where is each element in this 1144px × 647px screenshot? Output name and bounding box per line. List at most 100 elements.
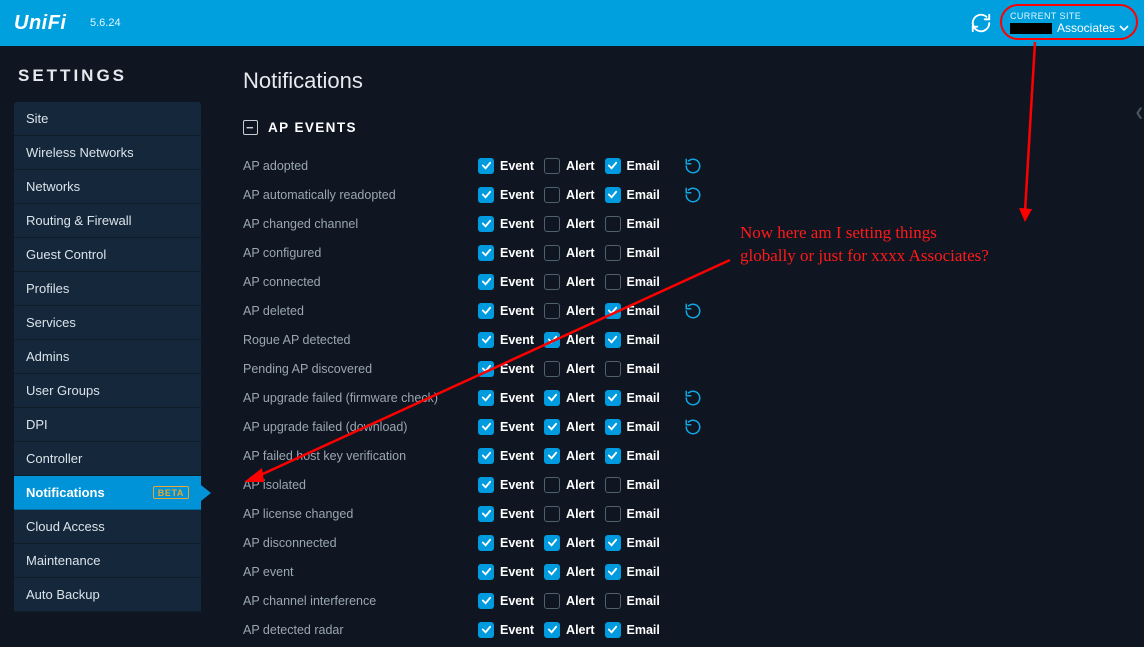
email-checkbox[interactable]: Email — [605, 274, 660, 290]
email-checkbox[interactable]: Email — [605, 158, 660, 174]
checkbox-unchecked-icon[interactable] — [605, 593, 621, 609]
sidebar-item[interactable]: Guest Control — [14, 238, 201, 272]
reset-icon[interactable] — [684, 418, 702, 436]
checkbox-unchecked-icon[interactable] — [605, 274, 621, 290]
alert-checkbox[interactable]: Alert — [544, 622, 594, 638]
alert-checkbox[interactable]: Alert — [544, 187, 594, 203]
checkbox-checked-icon[interactable] — [544, 448, 560, 464]
event-checkbox[interactable]: Event — [478, 390, 534, 406]
alert-checkbox[interactable]: Alert — [544, 564, 594, 580]
email-checkbox[interactable]: Email — [605, 187, 660, 203]
checkbox-unchecked-icon[interactable] — [544, 187, 560, 203]
email-checkbox[interactable]: Email — [605, 506, 660, 522]
checkbox-checked-icon[interactable] — [478, 448, 494, 464]
checkbox-unchecked-icon[interactable] — [544, 506, 560, 522]
checkbox-unchecked-icon[interactable] — [544, 274, 560, 290]
email-checkbox[interactable]: Email — [605, 361, 660, 377]
alert-checkbox[interactable]: Alert — [544, 535, 594, 551]
email-checkbox[interactable]: Email — [605, 332, 660, 348]
event-checkbox[interactable]: Event — [478, 419, 534, 435]
event-checkbox[interactable]: Event — [478, 158, 534, 174]
sidebar-item[interactable]: Auto Backup — [14, 578, 201, 612]
alert-checkbox[interactable]: Alert — [544, 419, 594, 435]
checkbox-unchecked-icon[interactable] — [605, 216, 621, 232]
checkbox-unchecked-icon[interactable] — [544, 245, 560, 261]
checkbox-checked-icon[interactable] — [544, 332, 560, 348]
checkbox-checked-icon[interactable] — [605, 187, 621, 203]
sidebar-item[interactable]: Profiles — [14, 272, 201, 306]
reset-icon[interactable] — [684, 186, 702, 204]
checkbox-checked-icon[interactable] — [605, 622, 621, 638]
refresh-button[interactable] — [970, 12, 992, 34]
checkbox-unchecked-icon[interactable] — [544, 216, 560, 232]
event-checkbox[interactable]: Event — [478, 477, 534, 493]
email-checkbox[interactable]: Email — [605, 535, 660, 551]
event-checkbox[interactable]: Event — [478, 506, 534, 522]
alert-checkbox[interactable]: Alert — [544, 245, 594, 261]
checkbox-checked-icon[interactable] — [478, 622, 494, 638]
sidebar-item[interactable]: DPI — [14, 408, 201, 442]
reset-icon[interactable] — [684, 389, 702, 407]
email-checkbox[interactable]: Email — [605, 216, 660, 232]
alert-checkbox[interactable]: Alert — [544, 477, 594, 493]
event-checkbox[interactable]: Event — [478, 187, 534, 203]
event-checkbox[interactable]: Event — [478, 361, 534, 377]
email-checkbox[interactable]: Email — [605, 593, 660, 609]
email-checkbox[interactable]: Email — [605, 477, 660, 493]
email-checkbox[interactable]: Email — [605, 303, 660, 319]
alert-checkbox[interactable]: Alert — [544, 448, 594, 464]
checkbox-checked-icon[interactable] — [605, 303, 621, 319]
alert-checkbox[interactable]: Alert — [544, 216, 594, 232]
checkbox-checked-icon[interactable] — [478, 158, 494, 174]
email-checkbox[interactable]: Email — [605, 419, 660, 435]
collapse-icon[interactable]: − — [243, 120, 258, 135]
checkbox-checked-icon[interactable] — [478, 216, 494, 232]
checkbox-checked-icon[interactable] — [478, 506, 494, 522]
reset-icon[interactable] — [684, 157, 702, 175]
checkbox-unchecked-icon[interactable] — [605, 506, 621, 522]
checkbox-checked-icon[interactable] — [478, 274, 494, 290]
checkbox-unchecked-icon[interactable] — [544, 158, 560, 174]
alert-checkbox[interactable]: Alert — [544, 274, 594, 290]
checkbox-unchecked-icon[interactable] — [605, 477, 621, 493]
checkbox-checked-icon[interactable] — [478, 390, 494, 406]
checkbox-checked-icon[interactable] — [478, 593, 494, 609]
event-checkbox[interactable]: Event — [478, 564, 534, 580]
sidebar-item[interactable]: Routing & Firewall — [14, 204, 201, 238]
alert-checkbox[interactable]: Alert — [544, 506, 594, 522]
checkbox-checked-icon[interactable] — [605, 419, 621, 435]
alert-checkbox[interactable]: Alert — [544, 593, 594, 609]
sidebar-item[interactable]: Maintenance — [14, 544, 201, 578]
email-checkbox[interactable]: Email — [605, 245, 660, 261]
checkbox-checked-icon[interactable] — [478, 245, 494, 261]
sidebar-item[interactable]: Admins — [14, 340, 201, 374]
email-checkbox[interactable]: Email — [605, 564, 660, 580]
sidebar-item[interactable]: Wireless Networks — [14, 136, 201, 170]
alert-checkbox[interactable]: Alert — [544, 158, 594, 174]
event-checkbox[interactable]: Event — [478, 448, 534, 464]
checkbox-checked-icon[interactable] — [478, 303, 494, 319]
checkbox-checked-icon[interactable] — [605, 448, 621, 464]
checkbox-checked-icon[interactable] — [544, 419, 560, 435]
event-checkbox[interactable]: Event — [478, 303, 534, 319]
sidebar-item[interactable]: Services — [14, 306, 201, 340]
event-checkbox[interactable]: Event — [478, 332, 534, 348]
checkbox-checked-icon[interactable] — [478, 332, 494, 348]
event-checkbox[interactable]: Event — [478, 245, 534, 261]
alert-checkbox[interactable]: Alert — [544, 332, 594, 348]
checkbox-checked-icon[interactable] — [544, 535, 560, 551]
current-site-dropdown[interactable]: CURRENT SITE Associates — [1010, 11, 1130, 35]
event-checkbox[interactable]: Event — [478, 535, 534, 551]
checkbox-checked-icon[interactable] — [544, 390, 560, 406]
alert-checkbox[interactable]: Alert — [544, 390, 594, 406]
checkbox-checked-icon[interactable] — [478, 535, 494, 551]
checkbox-checked-icon[interactable] — [544, 622, 560, 638]
event-checkbox[interactable]: Event — [478, 216, 534, 232]
collapse-panel-icon[interactable]: ❮ — [1135, 106, 1144, 119]
checkbox-unchecked-icon[interactable] — [544, 477, 560, 493]
checkbox-unchecked-icon[interactable] — [544, 361, 560, 377]
event-checkbox[interactable]: Event — [478, 622, 534, 638]
checkbox-checked-icon[interactable] — [478, 419, 494, 435]
alert-checkbox[interactable]: Alert — [544, 361, 594, 377]
sidebar-item[interactable]: Site — [14, 102, 201, 136]
